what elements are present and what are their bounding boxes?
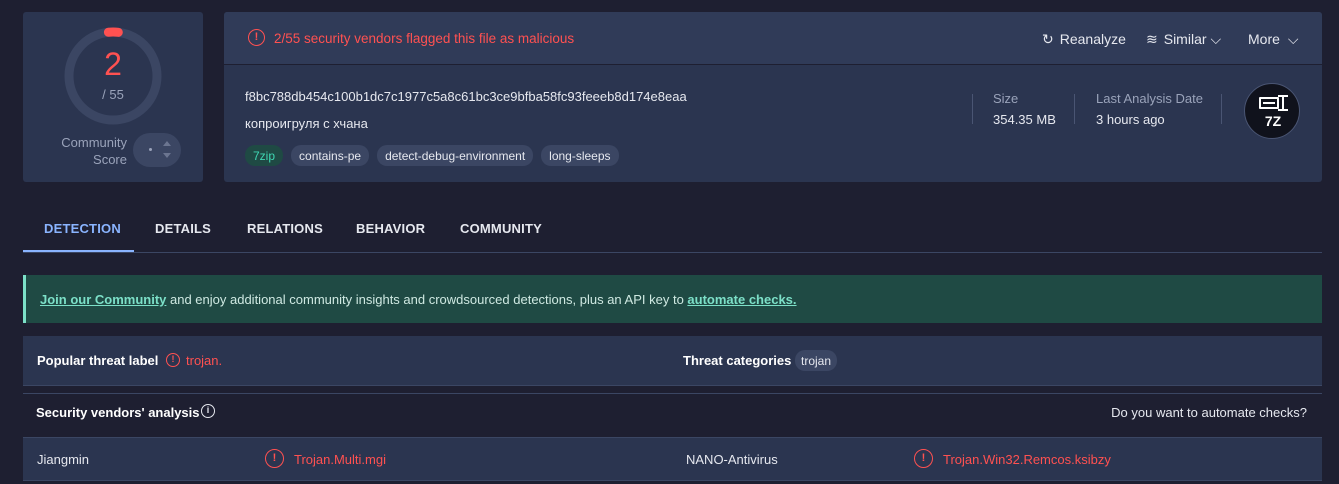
file-hash[interactable]: f8bc788db454c100b1dc7c1977c5a8c61bc3ce9b… (245, 89, 687, 104)
tag-detect-debug-environment[interactable]: detect-debug-environment (377, 145, 534, 166)
vendor-result: Trojan.Win32.Remcos.ksibzy (943, 452, 1111, 467)
tab-relations[interactable]: RELATIONS (247, 221, 323, 236)
ibeam-top-icon (1278, 95, 1288, 97)
automate-checks-prompt[interactable]: Do you want to automate checks? (1111, 405, 1307, 420)
community-label-line2: Score (93, 152, 127, 167)
meta-divider (1221, 94, 1222, 124)
detection-total: / 55 (102, 87, 124, 102)
tag-contains-pe[interactable]: contains-pe (291, 145, 370, 166)
popular-threat-value[interactable]: trojan. (186, 353, 222, 368)
archive-drive-icon (1259, 97, 1279, 109)
tab-community[interactable]: COMMUNITY (460, 221, 542, 236)
automate-checks-link[interactable]: automate checks. (687, 292, 796, 307)
more-label: More (1248, 31, 1280, 47)
last-analysis-label: Last Analysis Date (1096, 91, 1203, 106)
table-row: Jiangmin ! Trojan.Multi.mgi NANO-Antivir… (23, 437, 1322, 481)
file-name: копроигруля с хчана (245, 116, 368, 131)
detection-header: ! 2/55 security vendors flagged this fil… (224, 12, 1322, 65)
reanalyze-label: Reanalyze (1059, 31, 1126, 47)
popular-threat-label: Popular threat label (37, 353, 159, 368)
threat-alert-icon: ! (166, 353, 180, 367)
ibeam-bottom-icon (1278, 109, 1288, 111)
similar-button[interactable]: ≋ Similar ⌵ (1146, 31, 1221, 48)
banner-text: Join our Community and enjoy additional … (40, 292, 797, 307)
vendors-analysis-title: Security vendors' analysis (36, 405, 200, 420)
banner-middle-text: and enjoy additional community insights … (166, 292, 688, 307)
alert-icon: ! (248, 29, 265, 46)
detection-alert-text: 2/55 security vendors flagged this file … (274, 31, 575, 46)
vendor-name: Jiangmin (37, 452, 90, 467)
vote-dot-icon (149, 148, 152, 151)
malicious-alert-icon: ! (914, 449, 933, 468)
size-value: 354.35 MB (993, 112, 1056, 127)
similar-label: Similar (1163, 31, 1207, 47)
reanalyze-button[interactable]: ↻ Reanalyze (1042, 31, 1126, 48)
vote-up-icon[interactable] (163, 141, 171, 146)
vote-down-icon[interactable] (163, 153, 171, 158)
malicious-alert-icon: ! (265, 449, 284, 468)
last-analysis-value: 3 hours ago (1096, 112, 1165, 127)
meta-divider (972, 94, 973, 124)
similar-icon: ≋ (1146, 31, 1158, 47)
tab-behavior[interactable]: BEHAVIOR (356, 221, 425, 236)
detection-count: 2 (104, 46, 122, 82)
tag-7zip[interactable]: 7zip (245, 145, 284, 166)
meta-divider (1074, 94, 1075, 124)
tag-long-sleeps[interactable]: long-sleeps (541, 145, 619, 166)
vendors-analysis-header: Security vendors' analysis i Do you want… (23, 393, 1322, 431)
report-tabs: DETECTION DETAILS RELATIONS BEHAVIOR COM… (23, 205, 1322, 253)
community-label-line1: Community (61, 135, 127, 150)
vendor-name: NANO-Antivirus (686, 452, 778, 467)
active-tab-indicator (23, 250, 134, 252)
threat-category-tag[interactable]: trojan (795, 350, 838, 371)
chevron-down-icon: ⌵ (1287, 31, 1299, 47)
file-type-label: 7Z (1264, 113, 1282, 129)
join-community-link[interactable]: Join our Community (40, 292, 166, 307)
tab-detection[interactable]: DETECTION (44, 221, 121, 236)
file-info-card: ! 2/55 security vendors flagged this fil… (224, 12, 1322, 182)
chevron-down-icon: ⌵ (1210, 31, 1222, 47)
community-vote-widget[interactable] (133, 133, 181, 167)
tab-details[interactable]: DETAILS (155, 221, 211, 236)
threat-categories-label: Threat categories (683, 353, 792, 368)
community-score-label: Community Score (53, 134, 127, 168)
threat-summary-row: Popular threat label ! trojan. Threat ca… (23, 336, 1322, 386)
score-card: 2 / 55 Community Score (23, 12, 203, 182)
vendor-result: Trojan.Multi.mgi (294, 452, 386, 467)
info-icon[interactable]: i (201, 404, 215, 418)
refresh-icon: ↻ (1042, 31, 1054, 47)
size-label: Size (993, 91, 1019, 106)
more-button[interactable]: More ⌵ (1248, 31, 1299, 48)
file-tags: 7zip contains-pe detect-debug-environmen… (245, 145, 619, 166)
community-banner: Join our Community and enjoy additional … (23, 275, 1322, 323)
detection-ring: 2 / 55 (63, 26, 163, 126)
file-type-7z-icon: 7Z (1244, 83, 1300, 139)
